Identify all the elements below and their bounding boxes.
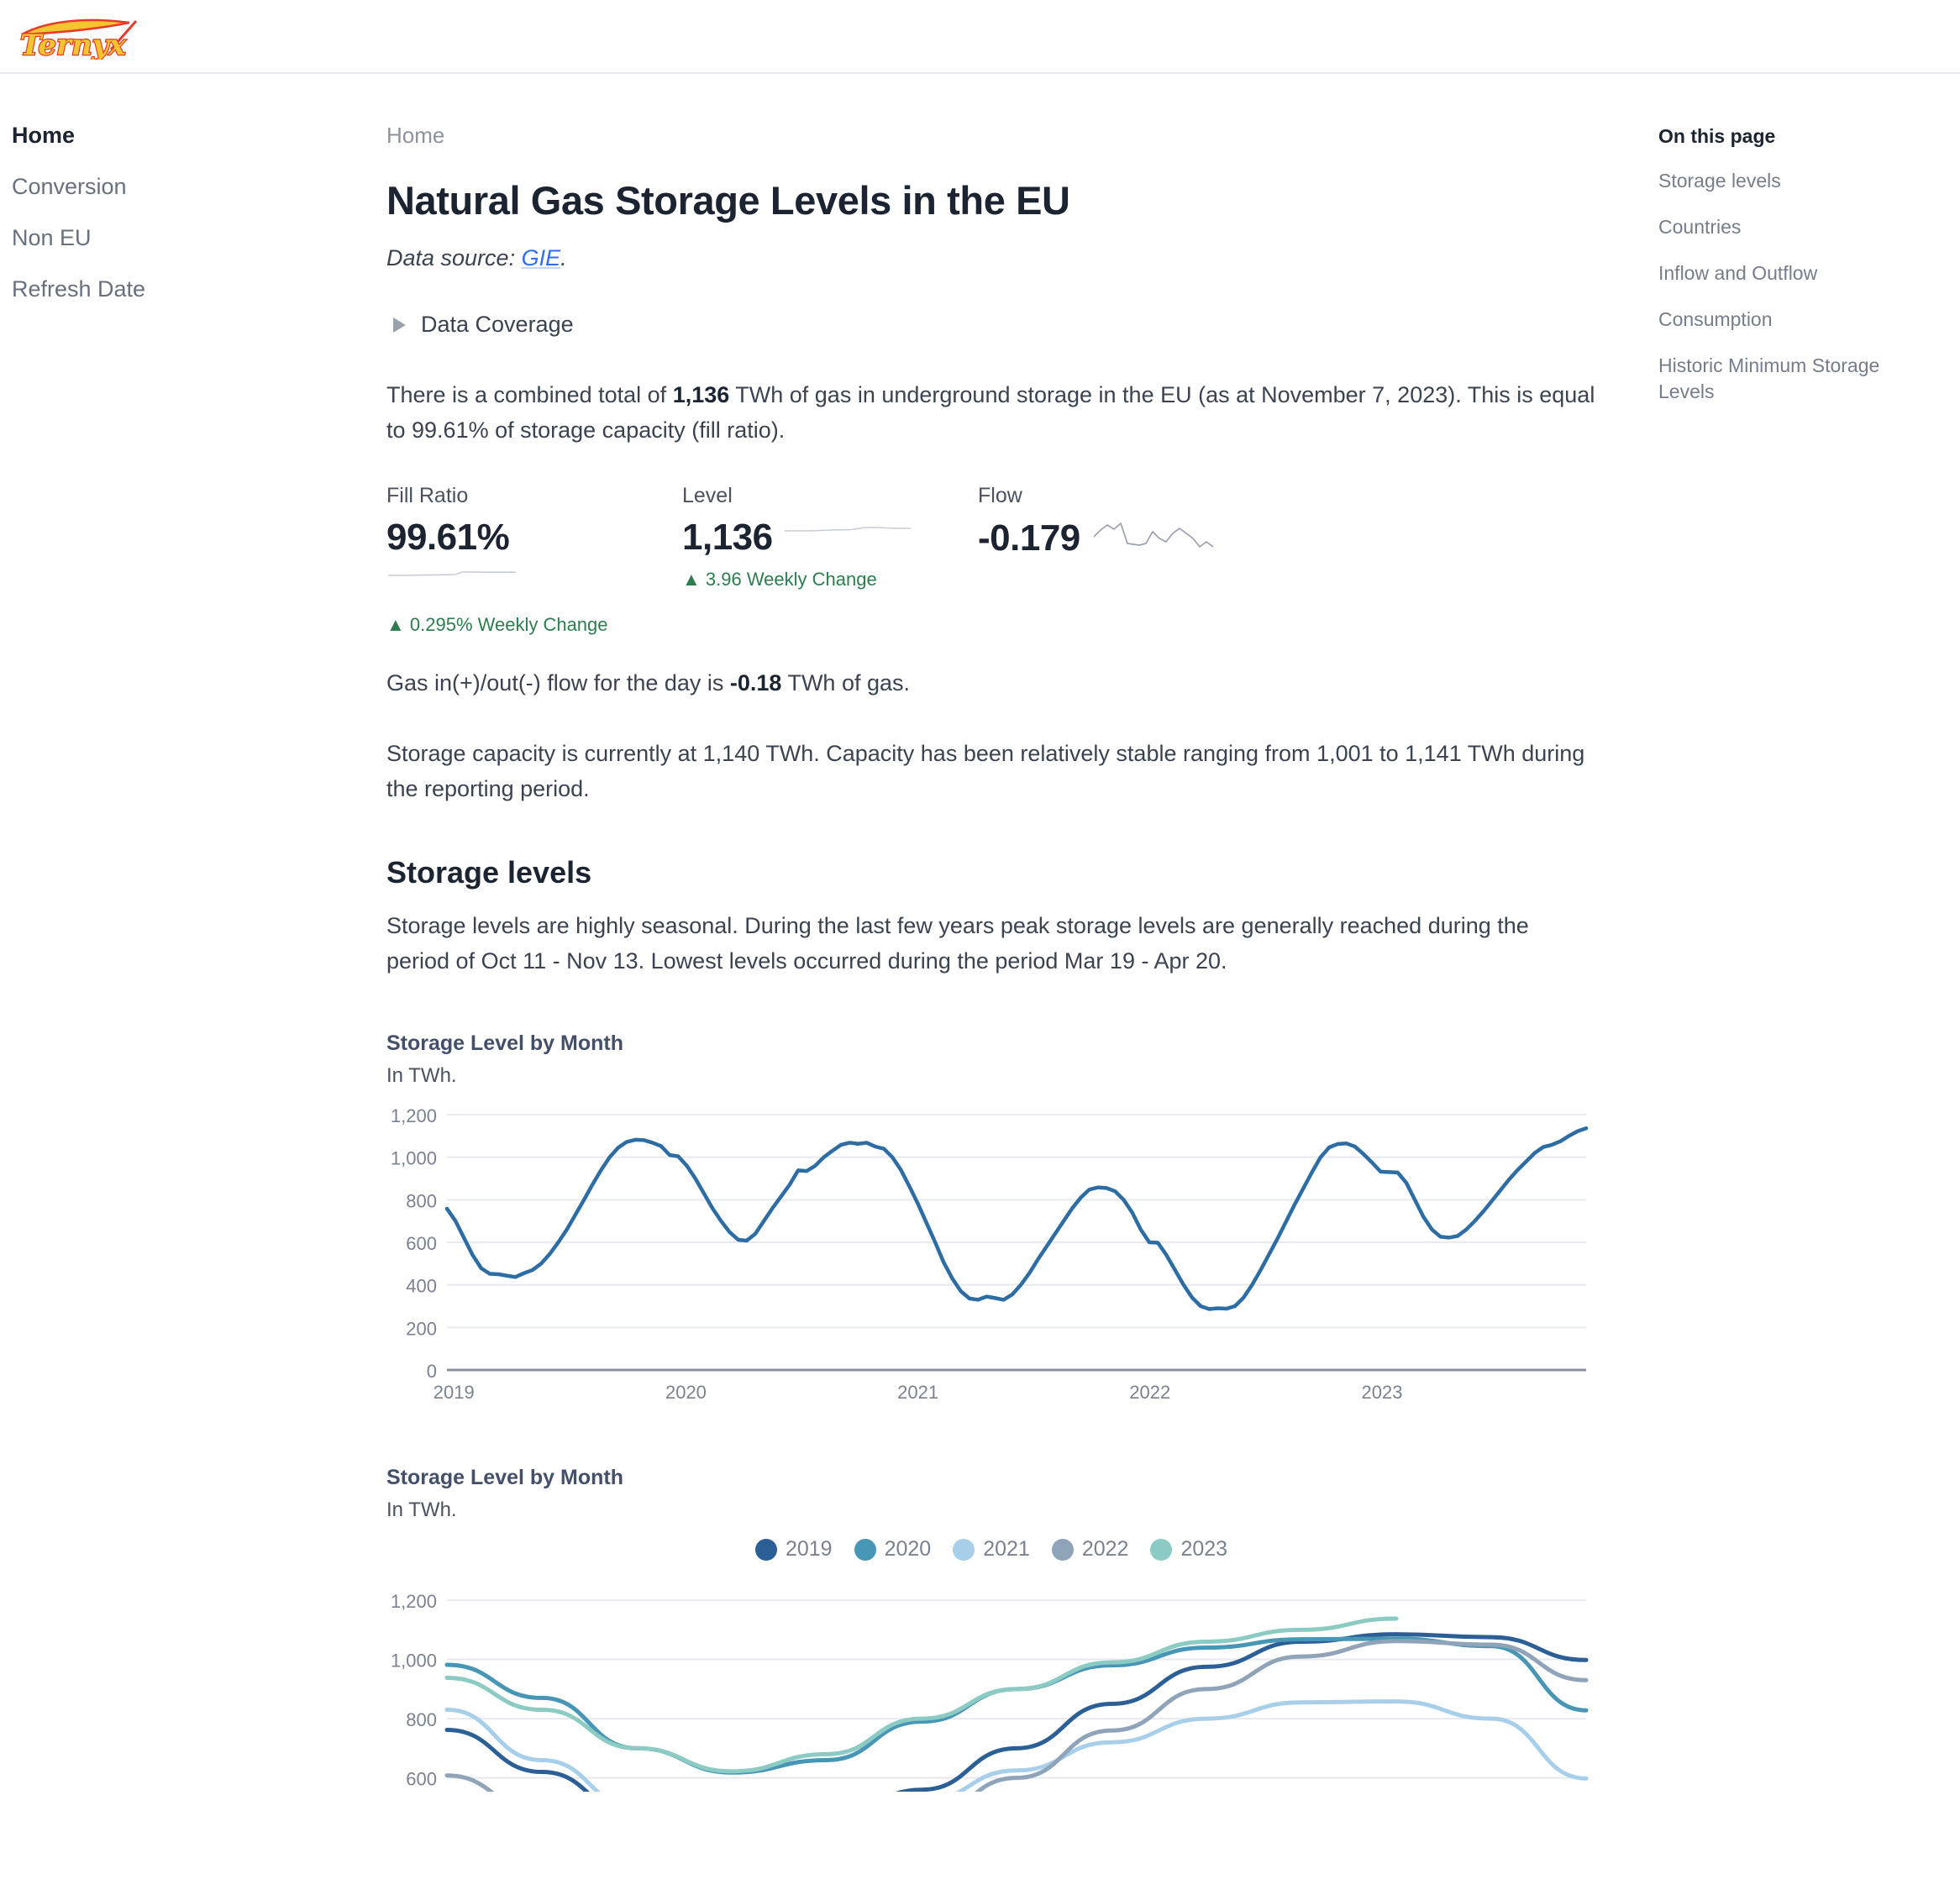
metric-fill-ratio-change: ▲ 0.295% Weekly Change xyxy=(386,613,608,635)
svg-text:2021: 2021 xyxy=(897,1382,938,1403)
svg-text:1,200: 1,200 xyxy=(391,1591,437,1612)
legend-dot-2022 xyxy=(1051,1538,1074,1561)
level-sparkline xyxy=(784,526,911,532)
chart2-legend: 2019 2020 2021 2022 2023 xyxy=(386,1537,1596,1561)
intro-before: There is a combined total of xyxy=(386,382,673,407)
metric-flow-label: Flow xyxy=(978,483,1022,507)
metric-level-label: Level xyxy=(682,483,733,507)
svg-text:2019: 2019 xyxy=(434,1382,475,1403)
toc-item-storage-levels[interactable]: Storage levels xyxy=(1658,168,1894,194)
svg-text:600: 600 xyxy=(406,1769,437,1790)
metric-level-value: 1,136 xyxy=(682,516,773,558)
chart1-title: Storage Level by Month xyxy=(386,1031,623,1056)
svg-text:800: 800 xyxy=(406,1709,437,1730)
metric-fill-ratio: Fill Ratio 99.61% ▲ 0.295% Weekly Change xyxy=(386,484,682,636)
toc-item-consumption[interactable]: Consumption xyxy=(1658,307,1894,333)
legend-dot-2020 xyxy=(854,1538,876,1561)
svg-text:2022: 2022 xyxy=(1129,1382,1170,1403)
page-title: Natural Gas Storage Levels in the EU xyxy=(386,178,1070,223)
logo-wordmark: Ternyx xyxy=(20,29,126,60)
section-storage-levels-title: Storage levels xyxy=(386,855,592,890)
fill-ratio-sparkline xyxy=(388,571,516,576)
chart1-svg[interactable]: 0 200 400 600 800 1,000 1,200 2019 2020 2021 2022 2… xyxy=(386,1103,1596,1414)
legend-label-2021: 2021 xyxy=(983,1537,1030,1561)
breadcrumb[interactable]: Home xyxy=(386,123,1596,149)
metric-level-change: ▲ 3.96 Weekly Change xyxy=(682,568,877,590)
metric-flow: Flow -0.179 xyxy=(978,484,1331,636)
toc-item-inflow-outflow[interactable]: Inflow and Outflow xyxy=(1658,260,1894,286)
legend-item-2023[interactable]: 2023 xyxy=(1150,1537,1227,1561)
svg-text:2023: 2023 xyxy=(1361,1382,1402,1403)
legend-label-2022: 2022 xyxy=(1081,1537,1129,1561)
intro-paragraph: There is a combined total of 1,136 TWh o… xyxy=(386,378,1596,449)
svg-text:800: 800 xyxy=(406,1190,437,1211)
chevron-right-icon xyxy=(393,317,406,333)
legend-label-2020: 2020 xyxy=(884,1537,932,1561)
metric-level: Level 1,136 ▲ 3.96 Weekly Change xyxy=(682,484,978,636)
data-source-line: Data source: GIE. xyxy=(386,245,1596,271)
section-storage-levels-text: Storage levels are highly seasonal. Duri… xyxy=(386,913,1529,974)
sidebar-item-refresh-date[interactable]: Refresh Date xyxy=(12,276,386,302)
legend-item-2022[interactable]: 2022 xyxy=(1051,1537,1129,1561)
ternyx-logo-icon: Ternyx xyxy=(19,18,138,60)
chart-storage-level-by-month-by-year: Storage Level by Month In TWh. 2019 2020 2… xyxy=(386,1466,1596,1792)
metric-fill-ratio-label: Fill Ratio xyxy=(386,483,469,507)
sidebar-nav: Home Conversion Non EU Refresh Date xyxy=(0,123,386,328)
data-coverage-disclosure[interactable]: Data Coverage xyxy=(386,312,1596,338)
flow-sparkline xyxy=(1093,522,1214,548)
legend-item-2020[interactable]: 2020 xyxy=(854,1537,932,1561)
main-content: Home Natural Gas Storage Levels in the E… xyxy=(386,123,1647,1792)
sidebar-item-non-eu[interactable]: Non EU xyxy=(12,225,386,251)
brand-logo[interactable]: Ternyx xyxy=(12,13,146,60)
gie-link[interactable]: GIE xyxy=(522,245,561,270)
svg-text:400: 400 xyxy=(406,1276,437,1297)
top-bar: Ternyx xyxy=(0,0,1960,74)
chart1-subtitle: In TWh. xyxy=(386,1064,457,1088)
sidebar-item-conversion[interactable]: Conversion xyxy=(12,174,386,200)
data-coverage-label: Data Coverage xyxy=(421,312,574,337)
data-source-prefix: Data source: xyxy=(386,245,522,270)
page-layout: Home Conversion Non EU Refresh Date Home… xyxy=(0,74,1960,1792)
svg-text:1,200: 1,200 xyxy=(391,1105,437,1126)
legend-dot-2023 xyxy=(1150,1538,1173,1561)
sidebar-item-home[interactable]: Home xyxy=(12,123,386,149)
legend-item-2021[interactable]: 2021 xyxy=(953,1537,1030,1561)
on-this-page-toc: On this page Storage levels Countries In… xyxy=(1647,123,1960,425)
legend-label-2019: 2019 xyxy=(785,1537,833,1561)
chart2-title: Storage Level by Month xyxy=(386,1466,623,1490)
flow-after: TWh of gas. xyxy=(781,669,910,695)
intro-total-value: 1,136 xyxy=(672,382,730,407)
legend-dot-2019 xyxy=(754,1538,777,1561)
flow-value: -0.18 xyxy=(729,669,782,695)
capacity-paragraph: Storage capacity is currently at 1,140 T… xyxy=(386,740,1585,801)
chart2-subtitle: In TWh. xyxy=(386,1498,457,1522)
svg-text:600: 600 xyxy=(406,1233,437,1254)
flow-before: Gas in(+)/out(-) flow for the day is xyxy=(386,669,730,695)
svg-text:1,000: 1,000 xyxy=(391,1148,437,1169)
data-source-suffix: . xyxy=(560,245,567,270)
legend-label-2023: 2023 xyxy=(1180,1537,1228,1561)
svg-text:0: 0 xyxy=(427,1361,437,1382)
toc-item-countries[interactable]: Countries xyxy=(1658,214,1894,240)
metric-fill-ratio-value: 99.61% xyxy=(386,516,510,558)
legend-item-2019[interactable]: 2019 xyxy=(754,1537,833,1561)
metrics-row: Fill Ratio 99.61% ▲ 0.295% Weekly Change… xyxy=(386,484,1596,636)
legend-dot-2021 xyxy=(953,1538,975,1561)
toc-title: On this page xyxy=(1658,125,1776,147)
metric-flow-value: -0.179 xyxy=(978,517,1080,559)
svg-text:1,000: 1,000 xyxy=(391,1651,437,1672)
chart2-svg[interactable]: 600 800 1,000 1,200 xyxy=(386,1573,1596,1792)
toc-item-historic-minimum[interactable]: Historic Minimum Storage Levels xyxy=(1658,353,1894,405)
chart-storage-level-by-month-single: Storage Level by Month In TWh. 0 200 400 60… xyxy=(386,1031,1596,1414)
svg-text:200: 200 xyxy=(406,1318,437,1339)
flow-paragraph: Gas in(+)/out(-) flow for the day is -0.… xyxy=(386,666,1596,701)
svg-text:2020: 2020 xyxy=(665,1382,707,1403)
